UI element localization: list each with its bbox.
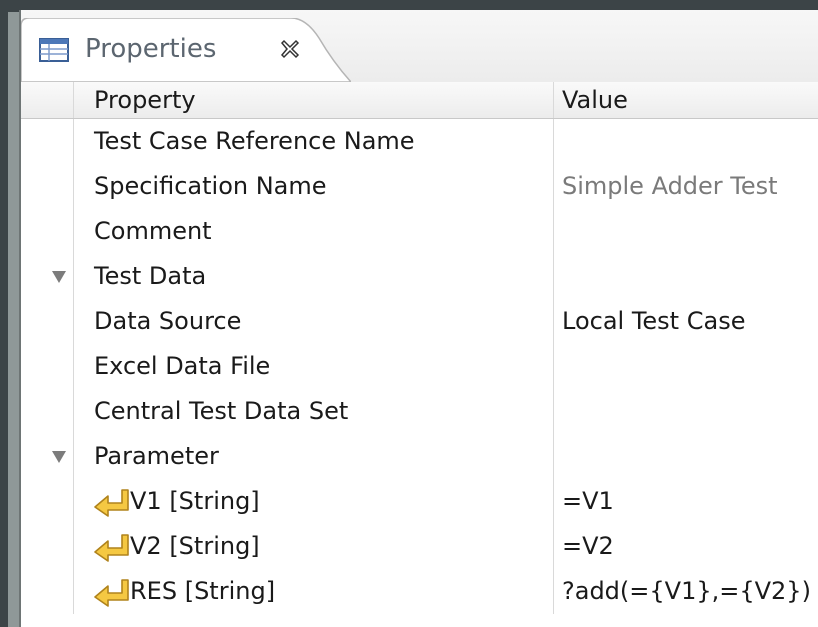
property-cell: Specification Name [73, 164, 553, 209]
properties-table-icon [39, 38, 69, 62]
property-cell: Parameter [73, 434, 553, 479]
table-row-parameter[interactable]: V1 [String] =V1 [21, 479, 818, 524]
value-cell[interactable] [553, 344, 818, 389]
table-row-group-parameter[interactable]: Parameter [21, 434, 818, 479]
tree-cell [21, 299, 73, 344]
property-cell: V2 [String] [73, 524, 553, 569]
property-cell: Test Data [73, 254, 553, 299]
tree-cell [21, 479, 73, 524]
properties-view: Properties Property Value Test Case Refe… [19, 10, 818, 627]
tab-properties[interactable]: Properties [21, 18, 351, 82]
column-header-label: Property [94, 86, 196, 114]
parameter-arrow-icon [92, 577, 132, 607]
value-cell[interactable] [553, 119, 818, 164]
properties-table: Property Value Test Case Reference Name … [21, 82, 818, 614]
tree-cell [21, 119, 73, 164]
table-row[interactable]: Excel Data File [21, 344, 818, 389]
tree-cell [21, 344, 73, 389]
property-name: Comment [94, 217, 212, 245]
close-x-icon[interactable] [279, 38, 301, 60]
property-name: Specification Name [94, 172, 327, 200]
tab-title: Properties [85, 34, 217, 64]
property-name: RES [String] [130, 577, 276, 605]
property-cell: Test Case Reference Name [73, 119, 553, 164]
property-value: =V1 [562, 487, 614, 515]
table-row-parameter[interactable]: RES [String] ?add(={V1},={V2}) [21, 569, 818, 614]
property-cell: RES [String] [73, 569, 553, 614]
property-cell: Comment [73, 209, 553, 254]
property-value: ?add(={V1},={V2}) [562, 577, 811, 605]
triangle-down-icon[interactable] [51, 449, 67, 463]
property-cell: V1 [String] [73, 479, 553, 524]
property-name: Test Data [94, 262, 207, 290]
table-row[interactable]: Central Test Data Set [21, 389, 818, 434]
value-cell[interactable]: Simple Adder Test [553, 164, 818, 209]
value-cell[interactable]: Local Test Case [553, 299, 818, 344]
value-cell[interactable] [553, 389, 818, 434]
table-row-parameter[interactable]: V2 [String] =V2 [21, 524, 818, 569]
value-cell[interactable]: =V1 [553, 479, 818, 524]
value-cell[interactable] [553, 209, 818, 254]
table-row[interactable]: Test Case Reference Name [21, 119, 818, 164]
table-row[interactable]: Specification Name Simple Adder Test [21, 164, 818, 209]
parameter-arrow-icon [92, 532, 132, 562]
header-tree-column [21, 82, 73, 118]
table-row[interactable]: Data Source Local Test Case [21, 299, 818, 344]
column-header-property[interactable]: Property [73, 82, 553, 118]
parameter-arrow-icon [92, 487, 132, 517]
tree-cell [21, 569, 73, 614]
tree-cell [21, 524, 73, 569]
property-value: =V2 [562, 532, 614, 560]
property-name: V2 [String] [130, 532, 260, 560]
table-header: Property Value [21, 82, 818, 119]
value-cell [553, 254, 818, 299]
value-cell [553, 434, 818, 479]
tab-bar: Properties [21, 10, 818, 83]
tree-cell [21, 389, 73, 434]
property-value: Local Test Case [562, 307, 746, 335]
property-cell: Data Source [73, 299, 553, 344]
tree-cell [21, 209, 73, 254]
table-row-group-test-data[interactable]: Test Data [21, 254, 818, 299]
tree-cell [21, 434, 73, 479]
tree-cell [21, 164, 73, 209]
property-name: Parameter [94, 442, 219, 470]
frame-left-edge [0, 0, 8, 627]
value-cell[interactable]: ?add(={V1},={V2}) [553, 569, 818, 614]
table-row[interactable]: Comment [21, 209, 818, 254]
property-name: V1 [String] [130, 487, 260, 515]
property-cell: Excel Data File [73, 344, 553, 389]
triangle-down-icon[interactable] [51, 269, 67, 283]
column-header-value[interactable]: Value [553, 82, 818, 118]
property-name: Excel Data File [94, 352, 271, 380]
tree-cell [21, 254, 73, 299]
column-header-label: Value [562, 86, 628, 114]
property-value: Simple Adder Test [562, 172, 778, 200]
property-cell: Central Test Data Set [73, 389, 553, 434]
value-cell[interactable]: =V2 [553, 524, 818, 569]
property-name: Test Case Reference Name [94, 127, 415, 155]
property-name: Data Source [94, 307, 242, 335]
property-name: Central Test Data Set [94, 397, 349, 425]
